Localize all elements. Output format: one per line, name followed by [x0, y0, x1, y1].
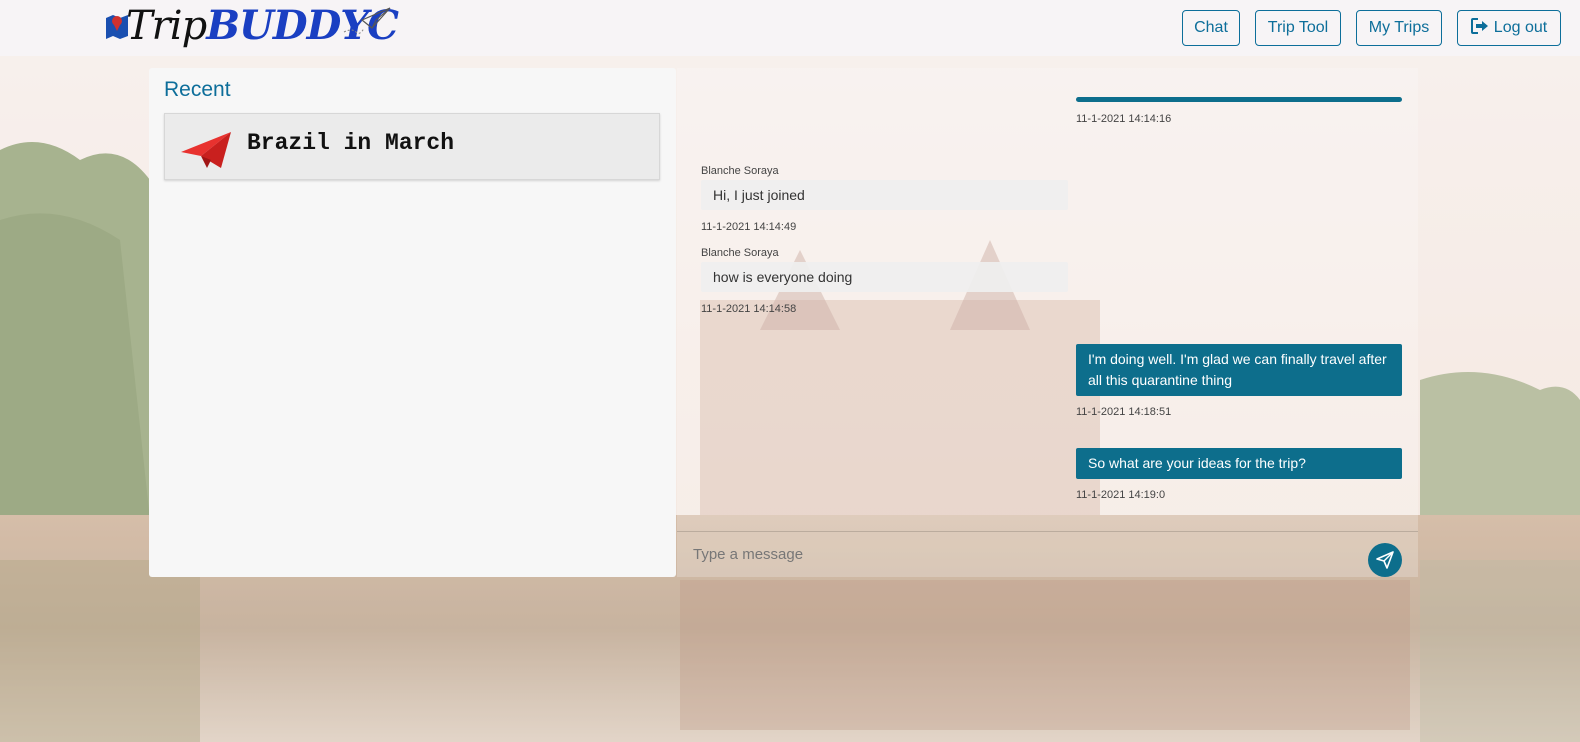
message-bubble-in: Hi, I just joined — [701, 180, 1068, 210]
log-out-label: Log out — [1493, 19, 1548, 36]
chat-panel: 11-1-2021 14:14:16 Blanche Soraya Hi, I … — [677, 68, 1418, 577]
trip-tool-nav-button[interactable]: Trip Tool — [1255, 10, 1341, 46]
message-bubble-out: So what are your ideas for the trip? — [1076, 448, 1402, 479]
message-bubble-in: how is everyone doing — [701, 262, 1068, 292]
recent-title: Recent — [164, 78, 231, 101]
brand-part-trip: Trip — [126, 3, 207, 49]
message-time: 11-1-2021 14:14:16 — [1076, 113, 1172, 125]
message-composer — [677, 531, 1418, 577]
paper-plane-icon — [181, 132, 231, 168]
recent-trips-panel: Recent Brazil in March — [149, 68, 676, 577]
trip-name: Brazil in March — [247, 130, 455, 156]
send-button[interactable] — [1368, 543, 1402, 577]
message-time: 11-1-2021 14:14:58 — [701, 303, 797, 315]
message-time: 11-1-2021 14:19:0 — [1076, 489, 1166, 501]
sign-out-icon — [1470, 18, 1488, 35]
navbar: TripBUDDYC Chat Trip Tool My Trips Log o… — [0, 0, 1580, 56]
message-bubble-out — [1076, 97, 1402, 102]
message-time: 11-1-2021 14:14:49 — [701, 221, 797, 233]
log-out-button[interactable]: Log out — [1457, 10, 1561, 46]
message-time: 11-1-2021 14:18:51 — [1076, 406, 1172, 418]
brand-logo[interactable]: TripBUDDYC — [104, 2, 404, 52]
send-icon — [1376, 551, 1394, 569]
message-sender: Blanche Soraya — [701, 165, 779, 177]
message-input[interactable] — [677, 532, 1347, 577]
message-sender: Blanche Soraya — [701, 247, 779, 259]
message-bubble-out: I'm doing well. I'm glad we can finally … — [1076, 344, 1402, 396]
trip-item[interactable]: Brazil in March — [164, 113, 660, 180]
chat-nav-button[interactable]: Chat — [1182, 10, 1240, 46]
paper-plane-logo-icon — [343, 7, 391, 34]
my-trips-nav-button[interactable]: My Trips — [1356, 10, 1442, 46]
